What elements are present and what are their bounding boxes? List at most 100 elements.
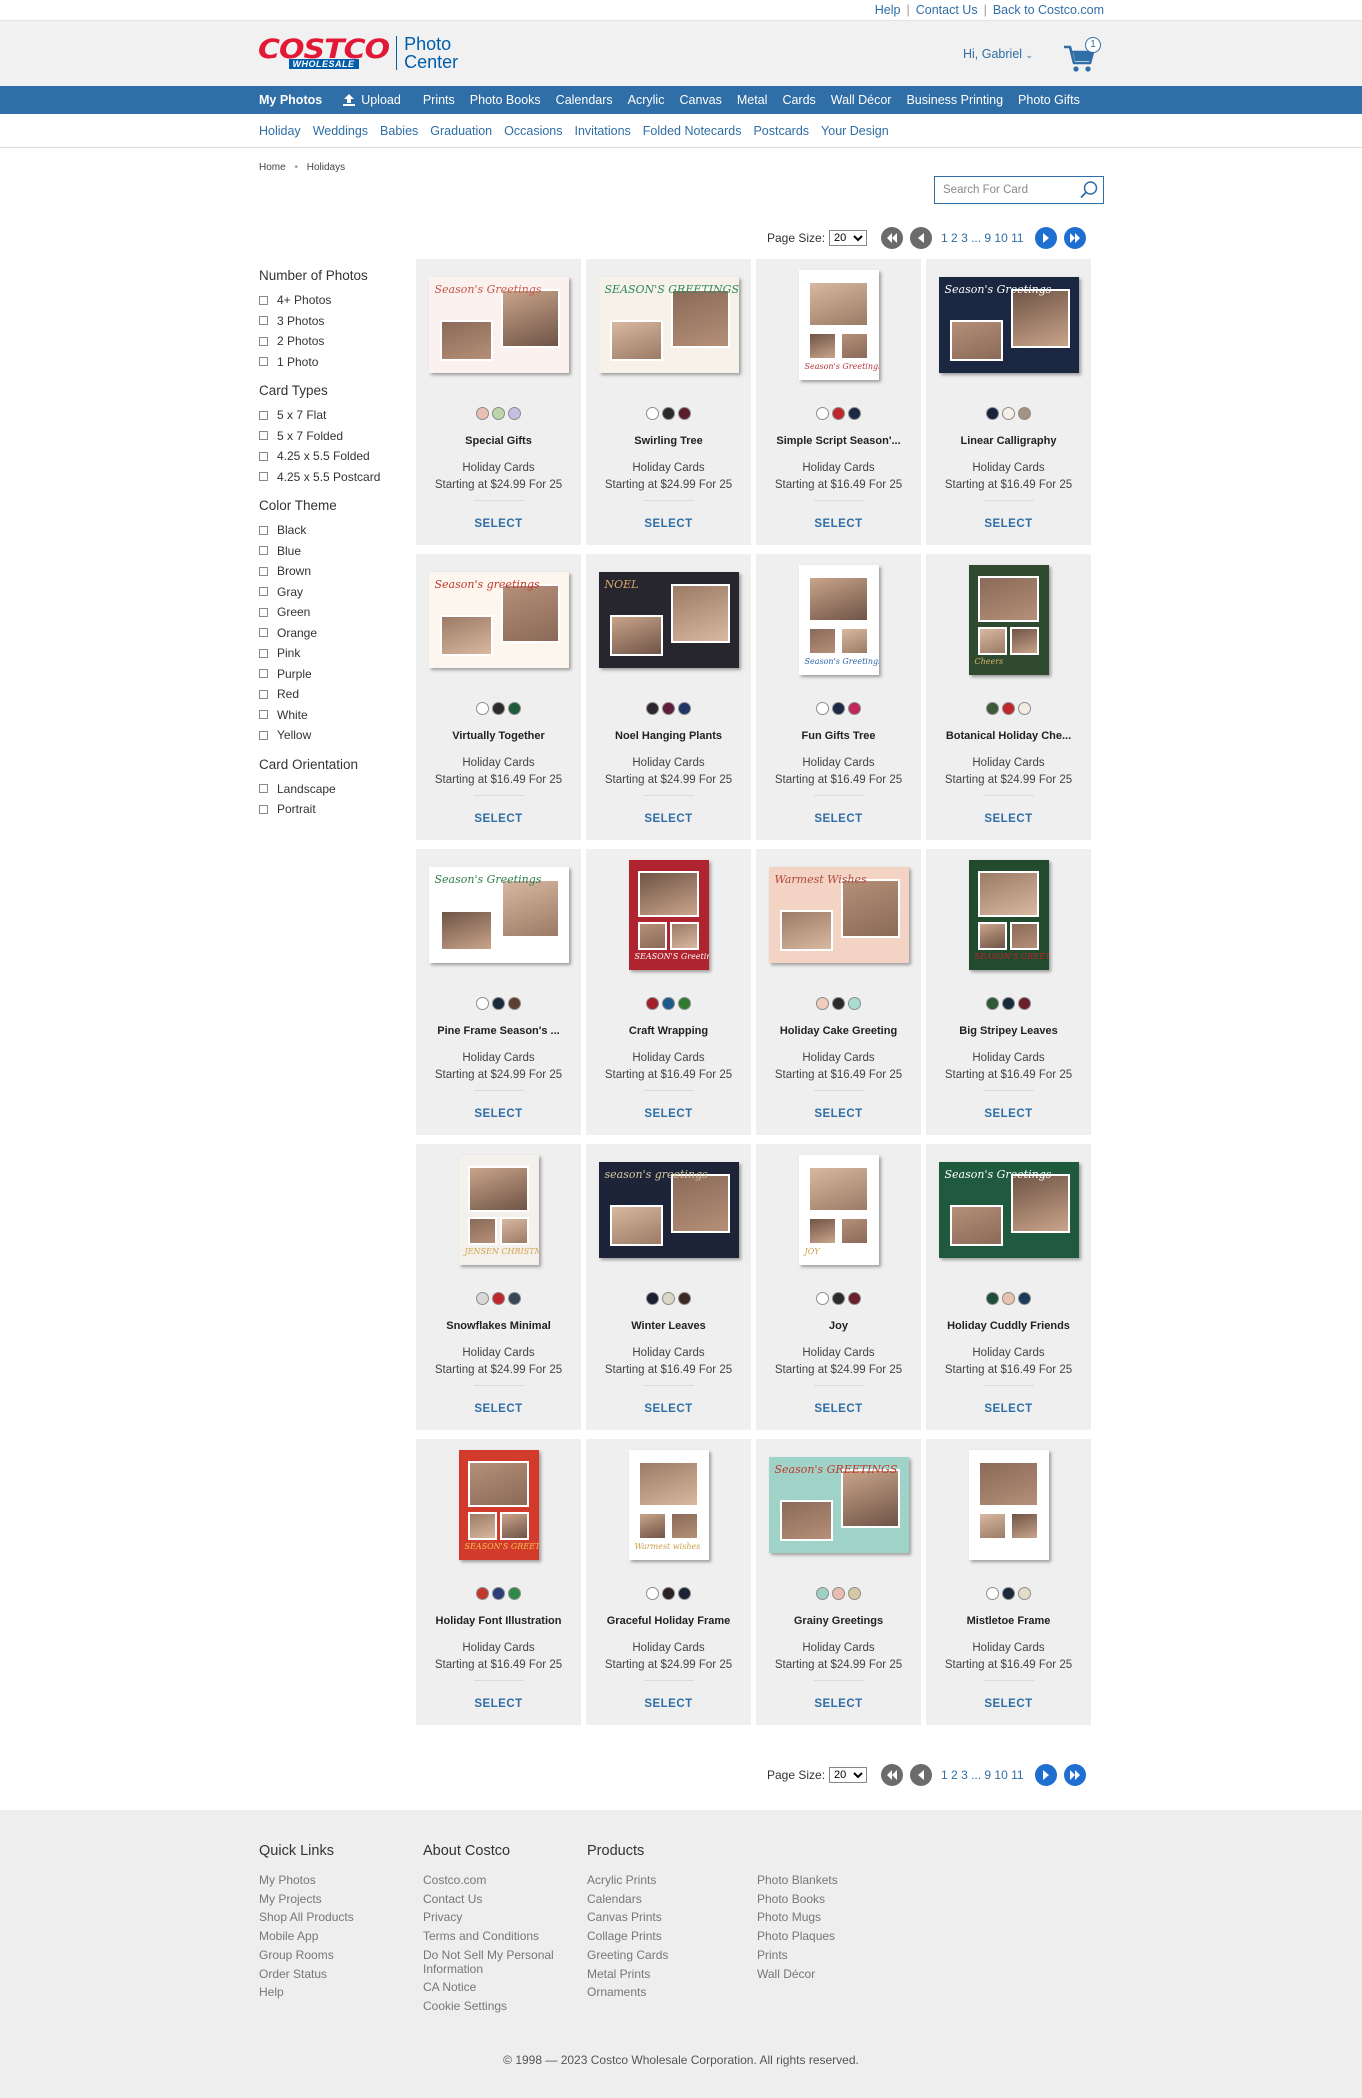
contact-us-link[interactable]: Contact Us [916,3,978,17]
color-swatch[interactable] [1018,407,1031,420]
color-swatch[interactable] [646,997,659,1010]
subnav-weddings[interactable]: Weddings [313,124,368,138]
color-swatch[interactable] [662,702,675,715]
card-thumbnail[interactable]: season's greetings [586,1155,751,1265]
footer-link[interactable]: Prints [757,1946,838,1965]
filter-option[interactable]: Purple [259,664,409,685]
page-numbers[interactable]: 1 2 3 ... 9 10 11 [941,231,1024,245]
footer-link[interactable]: Order Status [259,1965,354,1984]
filter-option[interactable]: 4.25 x 5.5 Folded [259,446,409,467]
color-swatch[interactable] [492,702,505,715]
nav-photo-books[interactable]: Photo Books [470,93,541,107]
checkbox[interactable] [259,336,268,346]
select-button[interactable]: SELECT [586,1698,751,1710]
filter-option[interactable]: 5 x 7 Flat [259,405,409,426]
checkbox[interactable] [259,295,268,305]
last-page-button[interactable] [1063,1764,1086,1786]
color-swatch[interactable] [678,997,691,1010]
color-swatch[interactable] [476,702,489,715]
cart-button[interactable]: 1 [1062,37,1102,73]
product-card[interactable]: Season's Greetings Fun Gifts Tree Holiday … [756,554,921,840]
color-swatch[interactable] [848,1587,861,1600]
select-button[interactable]: SELECT [756,813,921,825]
select-button[interactable]: SELECT [756,518,921,530]
subnav-babies[interactable]: Babies [380,124,418,138]
card-thumbnail[interactable]: Season's Greetings [926,1155,1091,1265]
nav-photo-gifts[interactable]: Photo Gifts [1018,93,1080,107]
select-button[interactable]: SELECT [586,518,751,530]
color-swatch[interactable] [508,702,521,715]
color-swatch[interactable] [476,1587,489,1600]
footer-link[interactable]: Shop All Products [259,1908,354,1927]
select-button[interactable]: SELECT [926,813,1091,825]
filter-option[interactable]: White [259,705,409,726]
card-thumbnail[interactable]: Season's Greetings [416,860,581,970]
color-swatch[interactable] [1018,997,1031,1010]
product-card[interactable]: Season's Greetings Pine Frame Season's ..… [416,849,581,1135]
checkbox[interactable] [259,587,268,597]
product-card[interactable]: JENSEN CHRISTMAS Snowflakes Minimal Holida… [416,1144,581,1430]
color-swatch[interactable] [816,702,829,715]
product-card[interactable]: Season's Greetings Simple Script Season'.… [756,259,921,545]
product-card[interactable]: Season's Greetings Linear Calligraphy Holi… [926,259,1091,545]
footer-link[interactable]: Contact Us [423,1890,583,1909]
footer-link[interactable]: CA Notice [423,1978,583,1997]
card-thumbnail[interactable]: Season's GREETINGS [756,1450,921,1560]
prev-page-button[interactable] [910,227,933,249]
color-swatch[interactable] [832,997,845,1010]
select-button[interactable]: SELECT [416,518,581,530]
filter-option[interactable]: Landscape [259,779,409,800]
product-card[interactable]: SEASON'S GREETINGS Swirling Tree Holiday C… [586,259,751,545]
filter-option[interactable]: 5 x 7 Folded [259,426,409,447]
product-card[interactable]: Season's Greetings Special Gifts Holiday C… [416,259,581,545]
footer-link[interactable]: Photo Mugs [757,1908,838,1927]
card-thumbnail[interactable] [926,1450,1091,1560]
filter-option[interactable]: Red [259,684,409,705]
color-swatch[interactable] [848,997,861,1010]
select-button[interactable]: SELECT [926,518,1091,530]
color-swatch[interactable] [508,407,521,420]
color-swatch[interactable] [678,1292,691,1305]
account-menu[interactable]: Hi, Gabriel ⌄ [963,47,1033,61]
card-thumbnail[interactable]: SEASON'S Greetings [586,860,751,970]
filter-option[interactable]: Blue [259,541,409,562]
nav-upload[interactable]: Upload [342,93,401,107]
footer-link[interactable]: Costco.com [423,1871,583,1890]
checkbox[interactable] [259,689,268,699]
color-swatch[interactable] [662,997,675,1010]
first-page-button[interactable] [881,227,904,249]
footer-link[interactable]: Photo Plaques [757,1927,838,1946]
checkbox[interactable] [259,648,268,658]
select-button[interactable]: SELECT [416,813,581,825]
filter-option[interactable]: 4.25 x 5.5 Postcard [259,467,409,488]
nav-cards[interactable]: Cards [782,93,815,107]
first-page-button[interactable] [881,1764,904,1786]
checkbox[interactable] [259,804,268,814]
color-swatch[interactable] [1018,702,1031,715]
product-card[interactable]: JOY Joy Holiday Cards Starting at $24.99 Fo… [756,1144,921,1430]
card-thumbnail[interactable]: JENSEN CHRISTMAS [416,1155,581,1265]
product-card[interactable]: Season's GREETINGS Grainy Greetings Holida… [756,1439,921,1725]
color-swatch[interactable] [1002,407,1015,420]
card-thumbnail[interactable]: SEASON'S GREETINGS [586,270,751,380]
costco-photo-center-logo[interactable]: COSTCO WHOLESALE Photo Center [258,35,458,71]
select-button[interactable]: SELECT [416,1108,581,1120]
color-swatch[interactable] [646,407,659,420]
breadcrumb-home[interactable]: Home [259,162,286,173]
checkbox[interactable] [259,566,268,576]
color-swatch[interactable] [662,407,675,420]
filter-option[interactable]: Green [259,602,409,623]
back-to-costco-link[interactable]: Back to Costco.com [993,3,1104,17]
color-swatch[interactable] [1018,1587,1031,1600]
select-button[interactable]: SELECT [926,1698,1091,1710]
color-swatch[interactable] [646,1292,659,1305]
filter-option[interactable]: Brown [259,561,409,582]
color-swatch[interactable] [816,997,829,1010]
search-icon[interactable] [1079,180,1099,200]
page-size-select[interactable]: 20 [829,1767,868,1783]
prev-page-button[interactable] [910,1764,933,1786]
subnav-graduation[interactable]: Graduation [430,124,492,138]
footer-link[interactable]: Canvas Prints [587,1908,668,1927]
color-swatch[interactable] [492,997,505,1010]
checkbox[interactable] [259,410,268,420]
